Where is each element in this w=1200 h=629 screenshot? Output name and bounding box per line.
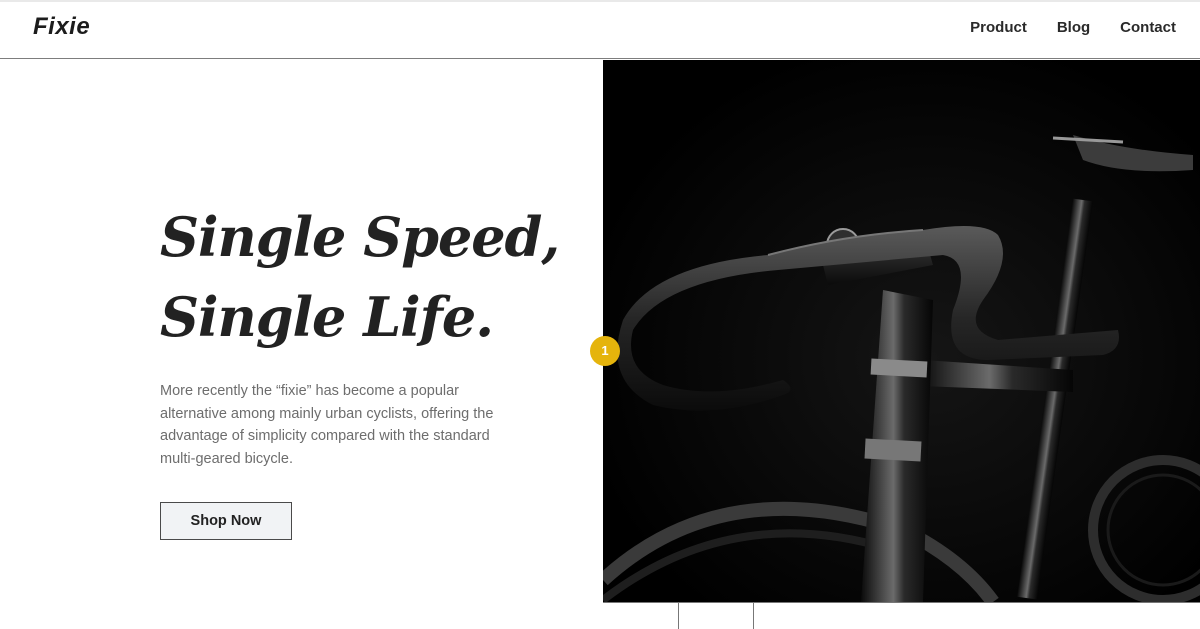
hero-title-line-1: Single Speed, [160,205,560,269]
nav-contact[interactable]: Contact [1120,19,1176,36]
hero-text-section: Single Speed, Single Life. More recently… [0,60,603,628]
grid-divider [678,603,679,629]
bicycle-illustration [603,60,1200,602]
main-nav: Product Blog Contact [970,19,1176,36]
grid-divider [753,603,754,629]
nav-product[interactable]: Product [970,19,1027,36]
shop-now-button[interactable]: Shop Now [160,502,292,540]
nav-blog[interactable]: Blog [1057,19,1090,36]
hero-title-line-2: Single Life. [160,285,494,349]
annotation-marker: 1 [590,336,620,366]
hero-description: More recently the “fixie” has become a p… [160,383,494,468]
content-grid-edge [603,602,1200,629]
site-header: Fixie Product Blog Contact [0,2,1200,59]
logo[interactable]: Fixie [33,13,90,41]
bicycle-photo [603,60,1200,602]
hero-title: Single Speed, Single Life. [160,197,560,357]
